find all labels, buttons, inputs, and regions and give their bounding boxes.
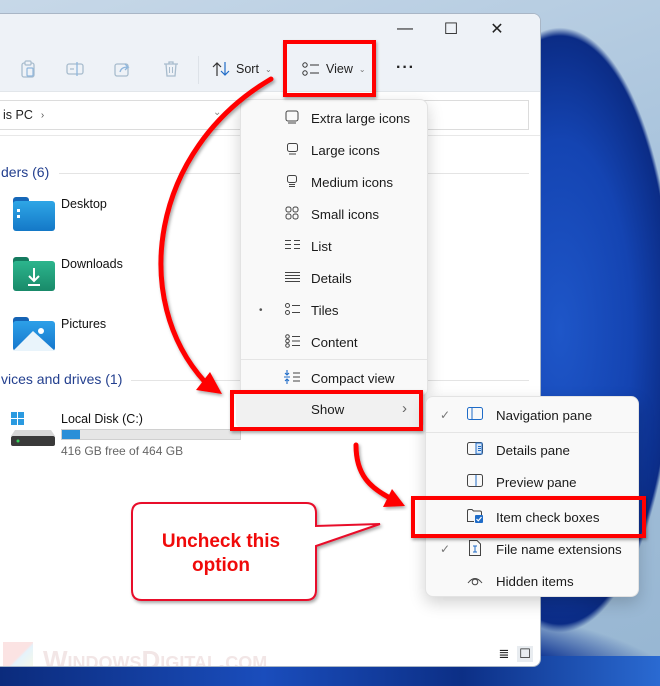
check-icon: ✓ (440, 542, 451, 556)
sort-icon (212, 62, 230, 76)
content-icon (283, 333, 301, 351)
compact-view-icon (283, 369, 301, 387)
menu-item-label: Navigation pane (496, 407, 593, 423)
share-icon[interactable] (112, 58, 134, 80)
folder-pictures[interactable]: Pictures (13, 317, 106, 351)
minimize-button[interactable]: — (382, 14, 428, 44)
menu-item-large-icons[interactable]: Large icons (241, 134, 427, 166)
sort-label: Sort (236, 62, 259, 76)
selected-bullet-icon: • (259, 304, 263, 316)
menu-item-extra-large-icons[interactable]: Extra large icons (241, 102, 427, 134)
folder-name: Downloads (61, 257, 123, 271)
menu-divider (426, 432, 638, 433)
pictures-folder-icon (13, 317, 55, 351)
menu-divider (241, 359, 427, 360)
menu-item-tiles[interactable]: • Tiles (241, 294, 427, 326)
rename-icon[interactable] (64, 58, 86, 80)
menu-item-preview-pane[interactable]: Preview pane (426, 466, 638, 498)
sort-button[interactable]: Sort ⌄ (212, 58, 272, 80)
preview-pane-icon (466, 474, 484, 490)
file-name-extensions-icon (466, 539, 484, 559)
chevron-down-icon: ⌄ (264, 64, 272, 74)
toolbar-divider (198, 56, 199, 84)
menu-item-label: Small icons (311, 206, 379, 222)
more-options-button[interactable]: ··· (396, 59, 415, 77)
highlight-item-check-boxes (411, 496, 646, 538)
details-icon (283, 270, 301, 286)
details-pane-icon (466, 442, 484, 458)
menu-item-hidden-items[interactable]: Hidden items (426, 565, 638, 597)
menu-item-list[interactable]: List (241, 230, 427, 262)
menu-item-label: Medium icons (311, 174, 394, 190)
menu-item-label: File name extensions (496, 541, 622, 557)
highlight-view-button (283, 40, 376, 97)
folders-section-header[interactable]: ders (6) (1, 164, 49, 180)
menu-item-label: Extra large icons (311, 110, 411, 126)
navigation-pane-icon (466, 407, 484, 423)
tiles-view-toggle-icon[interactable]: ☐ (517, 646, 533, 662)
drive-free-space: 416 GB free of 464 GB (61, 444, 184, 458)
breadcrumb-this-pc[interactable]: is PC (3, 108, 33, 122)
breadcrumb-chevron-icon[interactable]: › (41, 110, 44, 121)
menu-item-label: Details pane (496, 442, 570, 458)
close-button[interactable]: ✕ (474, 14, 520, 44)
hidden-items-eye-icon (466, 573, 484, 589)
folder-name: Desktop (61, 197, 107, 211)
folder-desktop[interactable]: Desktop (13, 197, 107, 231)
callout-text: Uncheck this option (134, 530, 308, 578)
drive-name: Local Disk (C:) (61, 412, 143, 426)
drive-usage-bar (61, 429, 241, 440)
watermark-logo (3, 642, 33, 666)
folder-name: Pictures (61, 317, 107, 331)
menu-item-label: Content (311, 334, 358, 350)
address-dropdown-icon[interactable]: ⌄ (213, 107, 221, 118)
callout-line-2: option (191, 555, 251, 576)
menu-item-label: List (311, 238, 332, 254)
title-bar: — ☐ ✕ (0, 14, 540, 46)
menu-item-details[interactable]: Details (241, 262, 427, 294)
view-menu: Extra large icons Large icons Medium ico… (240, 99, 428, 397)
menu-item-label: Hidden items (496, 573, 574, 589)
folder-downloads[interactable]: Downloads (13, 257, 123, 291)
large-icons-icon (283, 142, 301, 158)
menu-item-small-icons[interactable]: Small icons (241, 198, 427, 230)
callout-line-1: Uncheck this (161, 531, 281, 552)
menu-item-label: Large icons (311, 142, 380, 158)
command-bar: Sort ⌄ View ⌄ ··· (0, 46, 540, 92)
medium-icons-icon (283, 174, 301, 191)
menu-item-details-pane[interactable]: Details pane (426, 434, 638, 466)
check-icon: ✓ (440, 408, 451, 422)
drive-usage-fill (62, 430, 81, 439)
hard-drive-icon (11, 412, 55, 446)
details-view-toggle-icon[interactable]: ≣ (496, 646, 512, 662)
menu-item-medium-icons[interactable]: Medium icons (241, 166, 427, 198)
extra-large-icons-icon (283, 110, 301, 127)
watermark: WindowsDigital.com (3, 642, 268, 667)
menu-item-label: Details (311, 270, 352, 286)
menu-item-label: Compact view (311, 370, 395, 386)
menu-item-content[interactable]: Content (241, 326, 427, 358)
downloads-folder-icon (13, 257, 55, 291)
tiles-icon (283, 302, 301, 318)
devices-section-header[interactable]: vices and drives (1) (1, 371, 122, 387)
maximize-button[interactable]: ☐ (428, 14, 474, 44)
copy-icon[interactable] (17, 58, 39, 80)
menu-item-label: Tiles (311, 302, 339, 318)
small-icons-icon (283, 206, 301, 223)
delete-icon[interactable] (160, 58, 182, 80)
menu-item-navigation-pane[interactable]: ✓ Navigation pane (426, 399, 638, 431)
highlight-show-menu-item (230, 390, 423, 431)
watermark-text: WindowsDigital.com (43, 644, 268, 667)
menu-item-label: Preview pane (496, 474, 577, 490)
desktop-folder-icon (13, 197, 55, 231)
list-icon (283, 238, 301, 254)
